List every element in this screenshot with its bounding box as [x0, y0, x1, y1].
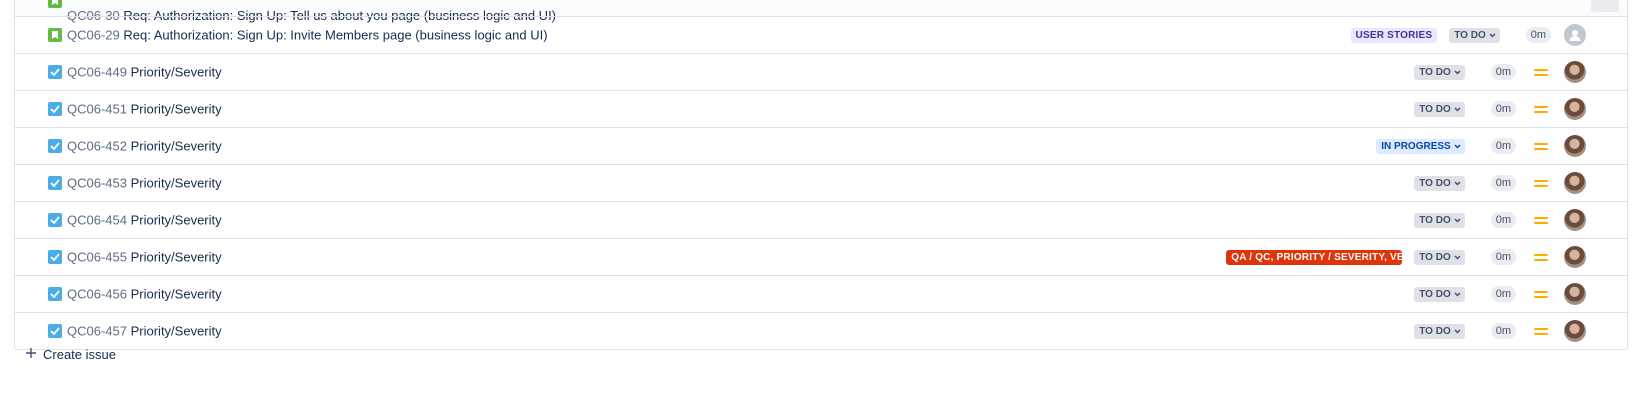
issue-row[interactable]: QC06-452 Priority/Severity IN PROGRESS 0…: [15, 127, 1627, 164]
assignee-avatar[interactable]: [1564, 135, 1586, 157]
status-text: TO DO: [1419, 251, 1451, 263]
assignee-avatar[interactable]: [1564, 172, 1586, 194]
create-issue-button[interactable]: Create issue: [25, 347, 116, 362]
issue-list: QC06-30 Req: Authorization: Sign Up: Tel…: [14, 0, 1628, 350]
issue-summary[interactable]: Priority/Severity: [131, 213, 222, 228]
status-text: IN PROGRESS: [1381, 140, 1451, 152]
issue-key[interactable]: QC06-457 Priority/Severity: [67, 324, 222, 339]
task-type-icon: [48, 250, 62, 264]
issue-row[interactable]: QC06-453 Priority/Severity TO DO 0m: [15, 164, 1627, 201]
row-action-area[interactable]: [1591, 0, 1619, 12]
status-dropdown[interactable]: TO DO: [1414, 286, 1465, 302]
status-dropdown[interactable]: TO DO: [1414, 249, 1465, 265]
plus-icon: [25, 347, 37, 362]
chevron-down-icon: [1454, 141, 1461, 152]
task-type-icon: [48, 102, 62, 116]
label-badge[interactable]: QA / QC, PRIORITY / SEVERITY, VE...: [1226, 249, 1403, 265]
priority-medium-icon: [1534, 105, 1548, 113]
issue-key[interactable]: QC06-456 Priority/Severity: [67, 287, 222, 302]
chevron-down-icon: [1454, 104, 1461, 115]
time-estimate: 0m: [1525, 27, 1551, 43]
priority-medium-icon: [1534, 216, 1548, 224]
status-text: TO DO: [1419, 177, 1451, 189]
time-estimate: 0m: [1490, 286, 1516, 302]
create-issue-label: Create issue: [43, 347, 116, 362]
priority-medium-icon: [1534, 327, 1548, 335]
assignee-avatar[interactable]: [1564, 283, 1586, 305]
assignee-avatar[interactable]: [1564, 61, 1586, 83]
issue-row[interactable]: QC06-454 Priority/Severity TO DO 0m: [15, 201, 1627, 238]
time-estimate: 0m: [1490, 249, 1516, 265]
issue-summary[interactable]: Priority/Severity: [131, 65, 222, 80]
story-type-icon: [48, 28, 62, 42]
time-estimate: 0m: [1490, 212, 1516, 228]
task-type-icon: [48, 287, 62, 301]
chevron-down-icon: [1454, 178, 1461, 189]
status-dropdown[interactable]: TO DO: [1414, 212, 1465, 228]
time-estimate: 0m: [1490, 101, 1516, 117]
task-type-icon: [48, 324, 62, 338]
time-estimate: 0m: [1490, 323, 1516, 339]
assignee-avatar[interactable]: [1564, 209, 1586, 231]
priority-medium-icon: [1534, 253, 1548, 261]
status-dropdown[interactable]: TO DO: [1414, 175, 1465, 191]
task-type-icon: [48, 139, 62, 153]
status-text: TO DO: [1454, 29, 1486, 41]
issue-row[interactable]: QC06-455 Priority/Severity QA / QC, PRIO…: [15, 238, 1627, 275]
time-estimate: 0m: [1490, 138, 1516, 154]
status-text: TO DO: [1419, 66, 1451, 78]
issue-summary[interactable]: Priority/Severity: [131, 287, 222, 302]
priority-medium-icon: [1534, 290, 1548, 298]
time-estimate: 0m: [1490, 175, 1516, 191]
label-badge[interactable]: USER STORIES: [1350, 27, 1438, 43]
task-type-icon: [48, 176, 62, 190]
issue-key[interactable]: QC06-452 Priority/Severity: [67, 139, 222, 154]
issue-key[interactable]: QC06-455 Priority/Severity: [67, 250, 222, 265]
priority-medium-icon: [1534, 142, 1548, 150]
status-dropdown[interactable]: TO DO: [1414, 101, 1465, 117]
chevron-down-icon: [1454, 326, 1461, 337]
issue-row[interactable]: QC06-451 Priority/Severity TO DO 0m: [15, 90, 1627, 127]
status-text: TO DO: [1419, 214, 1451, 226]
status-text: TO DO: [1419, 325, 1451, 337]
issue-row[interactable]: QC06-449 Priority/Severity TO DO 0m: [15, 53, 1627, 90]
issue-key[interactable]: QC06-453 Priority/Severity: [67, 176, 222, 191]
issue-key[interactable]: QC06-29 Req: Authorization: Sign Up: Inv…: [67, 28, 548, 43]
issue-summary[interactable]: Req: Authorization: Sign Up: Invite Memb…: [123, 28, 547, 43]
task-type-icon: [48, 65, 62, 79]
issue-key[interactable]: QC06-454 Priority/Severity: [67, 213, 222, 228]
chevron-down-icon: [1454, 252, 1461, 263]
issue-summary[interactable]: Priority/Severity: [131, 102, 222, 117]
issue-row[interactable]: QC06-456 Priority/Severity TO DO 0m: [15, 275, 1627, 312]
issue-summary[interactable]: Priority/Severity: [131, 250, 222, 265]
priority-medium-icon: [1534, 179, 1548, 187]
status-dropdown[interactable]: TO DO: [1414, 323, 1465, 339]
assignee-avatar[interactable]: [1564, 246, 1586, 268]
status-dropdown[interactable]: TO DO: [1449, 27, 1500, 43]
chevron-down-icon: [1454, 215, 1461, 226]
issue-row[interactable]: QC06-29 Req: Authorization: Sign Up: Inv…: [15, 16, 1627, 53]
unassigned-avatar-icon[interactable]: [1564, 24, 1586, 46]
priority-medium-icon: [1534, 68, 1548, 76]
issue-row[interactable]: QC06-457 Priority/Severity TO DO 0m: [15, 312, 1627, 349]
chevron-down-icon: [1454, 289, 1461, 300]
issue-summary[interactable]: Priority/Severity: [131, 324, 222, 339]
assignee-avatar[interactable]: [1564, 98, 1586, 120]
issue-row-partial[interactable]: QC06-30 Req: Authorization: Sign Up: Tel…: [15, 0, 1627, 23]
chevron-down-icon: [1454, 67, 1461, 78]
issue-key[interactable]: QC06-449 Priority/Severity: [67, 65, 222, 80]
chevron-down-icon: [1489, 30, 1496, 41]
assignee-avatar[interactable]: [1564, 320, 1586, 342]
time-estimate: 0m: [1490, 64, 1516, 80]
status-text: TO DO: [1419, 103, 1451, 115]
story-type-icon: [48, 0, 62, 8]
status-dropdown[interactable]: TO DO: [1414, 64, 1465, 80]
status-text: TO DO: [1419, 288, 1451, 300]
issue-summary[interactable]: Priority/Severity: [131, 176, 222, 191]
issue-key[interactable]: QC06-451 Priority/Severity: [67, 102, 222, 117]
issue-summary[interactable]: Priority/Severity: [131, 139, 222, 154]
task-type-icon: [48, 213, 62, 227]
status-dropdown[interactable]: IN PROGRESS: [1376, 138, 1465, 154]
